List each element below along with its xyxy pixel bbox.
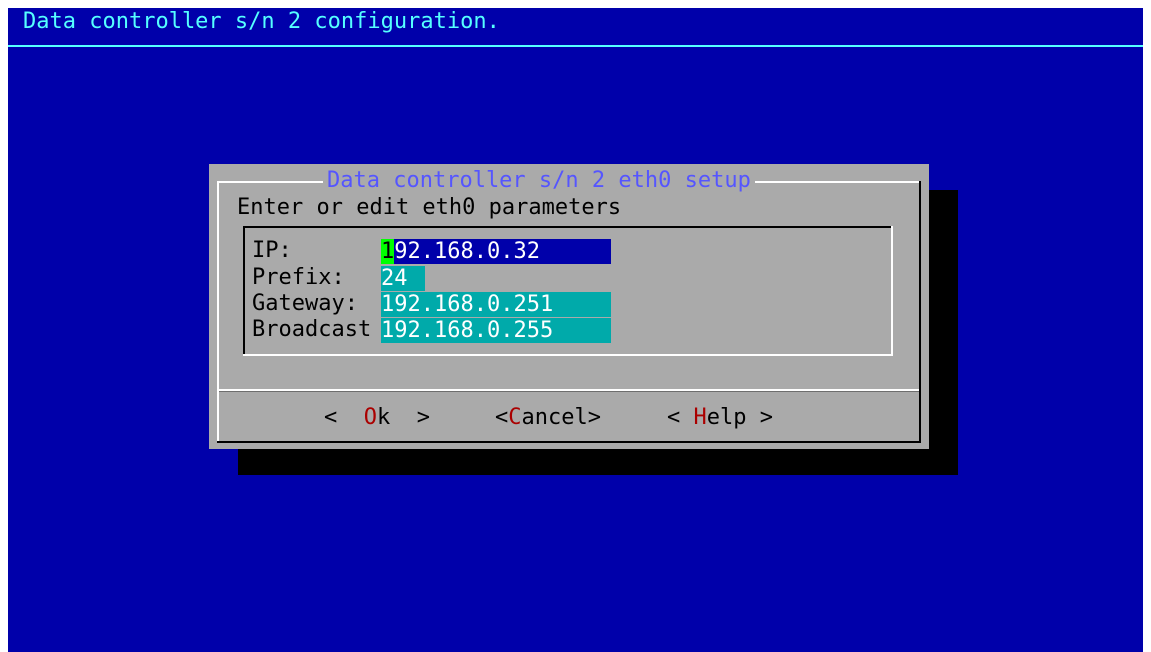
broadcast-value: 192.168.0.255 [381, 318, 554, 343]
cancel-button[interactable]: <Cancel> [495, 407, 601, 429]
backtitle: Data controller s/n 2 configuration. [23, 9, 500, 34]
form-frame-right [891, 226, 893, 356]
ok-bracket-right: > [390, 405, 430, 430]
ok-button[interactable]: < Ok > [324, 407, 430, 429]
gateway-field[interactable]: 192.168.0.251 [381, 292, 611, 317]
text-cursor: 1 [381, 239, 395, 264]
ok-label: k [377, 405, 391, 430]
dialog-title: Data controller s/n 2 eth0 setup [323, 170, 755, 192]
help-label: elp [706, 405, 747, 430]
ip-label: IP: [252, 238, 292, 263]
cancel-hotkey: C [508, 405, 522, 430]
button-separator-shadow [219, 391, 919, 392]
setup-dialog: Data controller s/n 2 eth0 setup Enter o… [209, 164, 929, 449]
ok-hotkey: O [363, 405, 377, 430]
prefix-value: 24 [381, 266, 408, 291]
cancel-bracket-left: < [495, 405, 509, 430]
ok-bracket-left: < [324, 405, 364, 430]
dialog-frame-bottom [217, 441, 921, 443]
prefix-field[interactable]: 24 [381, 266, 425, 291]
dialog-frame-left [217, 181, 219, 443]
dialog-frame-right [919, 181, 921, 443]
form-frame-left [243, 226, 245, 356]
help-bracket-right: > [746, 405, 773, 430]
form-frame-top [243, 226, 893, 228]
dialog-prompt: Enter or edit eth0 parameters [237, 195, 622, 220]
broadcast-field[interactable]: 192.168.0.255 [381, 318, 611, 343]
ip-field[interactable]: 192.168.0.32 [381, 239, 611, 264]
prefix-label: Prefix: [252, 265, 345, 290]
broadcast-label: Broadcast [252, 317, 372, 342]
gateway-label: Gateway: [252, 291, 358, 316]
backtitle-divider [8, 45, 1143, 47]
form-frame-bottom [243, 354, 893, 356]
cancel-bracket-right: > [587, 405, 601, 430]
gateway-value: 192.168.0.251 [381, 292, 554, 317]
ip-value: 92.168.0.32 [394, 239, 540, 264]
help-hotkey: H [693, 405, 707, 430]
cancel-label: ancel [521, 405, 588, 430]
help-bracket-left: < [667, 405, 694, 430]
terminal-screen: Data controller s/n 2 configuration. Dat… [8, 8, 1143, 652]
form-box: IP: 192.168.0.32 Prefix: 24 Gateway: 192… [243, 226, 893, 356]
help-button[interactable]: < Help > [667, 407, 773, 429]
